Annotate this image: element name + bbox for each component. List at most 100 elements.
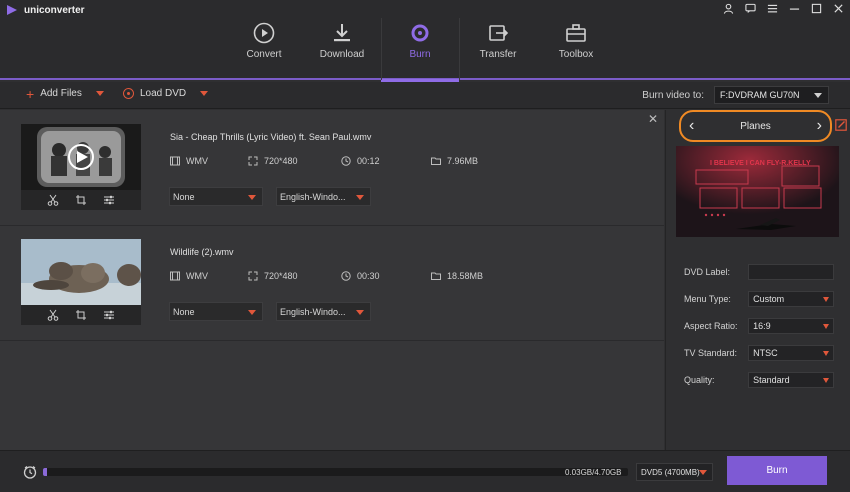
dvd-label-input[interactable]: [748, 264, 834, 280]
file-name: Wildlife (2).wmv: [170, 247, 234, 257]
format-value: WMV: [186, 156, 208, 166]
scissors-icon[interactable]: [47, 309, 59, 321]
maximize-icon[interactable]: [810, 3, 822, 15]
chevron-down-icon: [699, 470, 707, 475]
nav-divider: [381, 18, 382, 80]
burn-to-label: Burn video to:: [642, 90, 704, 101]
size-value: 7.96MB: [447, 156, 479, 166]
quality-label: Quality:: [684, 375, 715, 385]
chevron-down-icon: [356, 310, 364, 315]
film-icon: [170, 271, 180, 281]
list-item: Wildlife (2).wmv WMV 720*480 00:30 18.58…: [0, 225, 664, 341]
chevron-down-icon: [248, 195, 256, 200]
template-selector: ‹ Planes ›: [679, 110, 832, 142]
resolution-icon: [248, 271, 258, 281]
audio-track-value: English-Windo...: [280, 192, 346, 202]
chevron-left-icon[interactable]: ‹: [689, 118, 694, 134]
dvd-label-label: DVD Label:: [684, 267, 731, 277]
tab-download[interactable]: Download: [303, 18, 381, 78]
effects-icon[interactable]: [103, 194, 115, 206]
thumbnail-image: [21, 239, 141, 305]
main-nav: Convert Download Burn Transfer Toolbox: [225, 18, 615, 82]
app-title: uniconverter: [24, 4, 85, 16]
window-controls: [722, 3, 844, 15]
plus-icon: +: [26, 85, 35, 102]
subtitle-value: None: [173, 307, 195, 317]
aspect-ratio-label: Aspect Ratio:: [684, 321, 738, 331]
disc-type-value: DVD5 (4700MB): [641, 468, 700, 477]
clock-icon: [341, 156, 351, 166]
chevron-down-icon: [823, 378, 829, 383]
menu-preview: I BELIEVE I CAN FLY-R.KELLY: [676, 146, 839, 237]
subtitle-select[interactable]: None: [169, 302, 263, 321]
video-thumbnail[interactable]: [21, 124, 141, 210]
burn-icon: [411, 24, 429, 42]
tab-download-label: Download: [319, 49, 365, 60]
load-dvd-button[interactable]: Load DVD: [123, 88, 209, 99]
file-meta: WMV 720*480 00:12 7.96MB: [170, 156, 478, 166]
video-thumbnail[interactable]: [21, 239, 141, 325]
tab-toolbox[interactable]: Toolbox: [537, 18, 615, 78]
tab-toolbox-label: Toolbox: [558, 49, 594, 60]
tab-burn-label: Burn: [409, 49, 431, 60]
chevron-right-icon[interactable]: ›: [817, 118, 822, 134]
film-icon: [170, 156, 180, 166]
disc-capacity-fill: [43, 468, 47, 476]
load-dvd-dropdown-icon[interactable]: [200, 91, 209, 96]
add-files-dropdown-icon[interactable]: [95, 91, 104, 96]
burn-target-select[interactable]: F:DVDRAM GU70N: [714, 86, 829, 104]
nav-divider: [459, 18, 460, 80]
logo-icon: [7, 5, 17, 15]
scissors-icon[interactable]: [47, 194, 59, 206]
tv-standard-row: TV Standard: NTSC: [684, 345, 834, 361]
aspect-ratio-select[interactable]: 16:9: [748, 318, 834, 334]
tab-convert[interactable]: Convert: [225, 18, 303, 78]
account-icon[interactable]: [722, 3, 734, 15]
template-name: Planes: [740, 120, 771, 132]
tv-standard-label: TV Standard:: [684, 348, 738, 358]
subtitle-select[interactable]: None: [169, 187, 263, 206]
thumbnail-tools: [21, 190, 141, 210]
load-dvd-label: Load DVD: [140, 88, 187, 99]
app-logo: uniconverter: [6, 4, 85, 16]
quality-select[interactable]: Standard: [748, 372, 834, 388]
burn-target-value: F:DVDRAM GU70N: [720, 90, 800, 100]
format-meta: WMV: [170, 271, 248, 281]
menu-icon[interactable]: [766, 3, 778, 15]
disc-capacity-bar: [43, 468, 628, 476]
subtitle-value: None: [173, 192, 195, 202]
duration-meta: 00:30: [341, 271, 431, 281]
schedule-icon[interactable]: [23, 465, 37, 479]
tab-transfer[interactable]: Transfer: [459, 18, 537, 78]
crop-icon[interactable]: [75, 194, 87, 206]
minimize-icon[interactable]: [788, 3, 800, 15]
size-meta: 7.96MB: [431, 156, 478, 166]
preview-title: I BELIEVE I CAN FLY-R.KELLY: [710, 160, 811, 167]
disc-icon: [123, 88, 134, 99]
burn-button[interactable]: Burn: [727, 456, 827, 485]
list-item: Sia - Cheap Thrills (Lyric Video) ft. Se…: [0, 110, 664, 226]
dvd-label-row: DVD Label:: [684, 264, 834, 280]
burn-settings-panel: ‹ Planes › I BELIEVE I CAN FLY-R.KELLY D…: [665, 110, 850, 450]
close-window-icon[interactable]: [832, 3, 844, 15]
edit-template-icon[interactable]: [835, 119, 847, 131]
menu-type-row: Menu Type: Custom: [684, 291, 834, 307]
audio-track-select[interactable]: English-Windo...: [276, 302, 371, 321]
file-name: Sia - Cheap Thrills (Lyric Video) ft. Se…: [170, 132, 372, 142]
tv-standard-select[interactable]: NTSC: [748, 345, 834, 361]
toolbox-icon: [566, 24, 586, 42]
crop-icon[interactable]: [75, 309, 87, 321]
top-bar: uniconverter Convert Download Burn Trans…: [0, 0, 850, 82]
duration-value: 00:30: [357, 271, 380, 281]
disc-type-select[interactable]: DVD5 (4700MB): [636, 463, 713, 481]
add-files-button[interactable]: + Add Files: [26, 85, 104, 102]
tab-burn[interactable]: Burn: [381, 18, 459, 82]
menu-type-select[interactable]: Custom: [748, 291, 834, 307]
effects-icon[interactable]: [103, 309, 115, 321]
clock-icon: [341, 271, 351, 281]
tab-transfer-label: Transfer: [479, 49, 517, 60]
menu-type-value: Custom: [753, 294, 785, 304]
audio-track-select[interactable]: English-Windo...: [276, 187, 371, 206]
message-icon[interactable]: [744, 3, 756, 15]
chevron-down-icon: [814, 93, 822, 98]
